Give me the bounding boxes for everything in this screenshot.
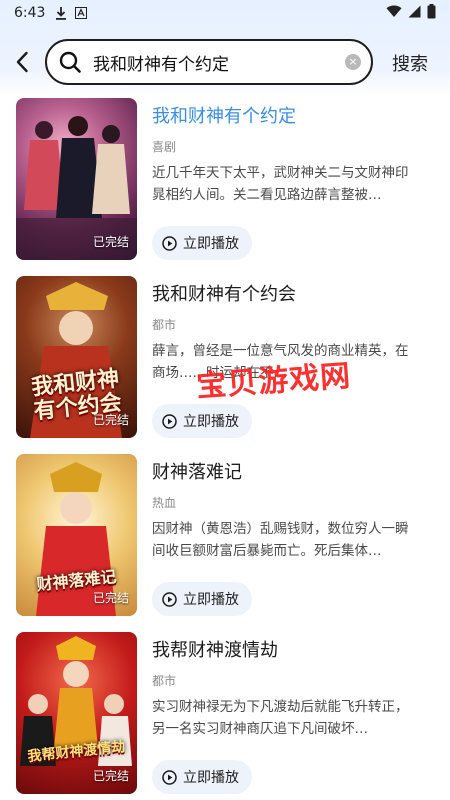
search-row: × 搜索 [0,38,450,86]
play-icon [162,769,177,785]
play-icon [162,591,177,607]
genre-tag: 喜剧 [152,140,177,154]
poster-image[interactable]: 财神落难记 已完结 [16,454,137,616]
download-icon [55,6,67,20]
poster-image[interactable]: 我帮财神渡情劫 已完结 [16,632,137,794]
poster-image[interactable]: 我和财神有个约会 已完结 [16,276,137,438]
description: 实习财神禄无为下凡渡劫后就能飞升转正，另一名实习财神商仄追下凡间破坏… [152,699,409,737]
clear-search-button[interactable]: × [345,54,361,70]
back-button[interactable] [2,38,42,86]
search-button[interactable]: 搜索 [392,50,428,76]
play-button[interactable]: 立即播放 [152,760,252,794]
search-box[interactable]: × [45,39,373,85]
result-title[interactable]: 财神落难记 [152,458,242,484]
status-badge: 已完结 [92,235,129,249]
genre-tag: 都市 [152,318,177,332]
search-results-page: 6:43 × 搜索 [0,0,450,800]
back-arrow-icon [16,51,28,73]
play-label: 立即播放 [183,414,239,430]
genre-tag: 都市 [152,674,177,688]
play-button[interactable]: 立即播放 [152,582,252,616]
list-item[interactable]: 已完结 我和财神有个约定 喜剧 近几千年天下太平，武财神关二与文财神印晁相约人间… [0,98,450,262]
font-icon [75,7,88,19]
signal-icon [408,5,421,22]
result-title[interactable]: 我和财神有个约定 [152,102,296,128]
play-button[interactable]: 立即播放 [152,404,252,438]
description: 近几千年天下太平，武财神关二与文财神印晁相约人间。关二看见路边薛言整被… [152,165,409,203]
play-label: 立即播放 [183,236,239,252]
status-badge: 已完结 [92,413,129,427]
status-bar: 6:43 [0,0,450,26]
status-badge: 已完结 [92,591,129,605]
list-item[interactable]: 财神落难记 已完结 财神落难记 热血 因财神（黄恩浩）乱赐钱财，数位穷人一瞬间收… [0,454,450,618]
status-time: 6:43 [14,5,46,21]
description: 因财神（黄恩浩）乱赐钱财，数位穷人一瞬间收巨额财富后暴毙而亡。死后集体… [152,521,409,559]
play-button[interactable]: 立即播放 [152,226,252,260]
play-icon [162,235,177,251]
search-input[interactable] [93,52,339,72]
poster-image[interactable]: 已完结 [16,98,137,260]
battery-icon [427,3,436,23]
play-icon [162,413,177,429]
wifi-icon [386,5,402,22]
status-indicators [386,3,436,23]
genre-tag: 热血 [152,496,177,510]
play-label: 立即播放 [183,592,239,608]
status-badge: 已完结 [92,769,129,783]
play-label: 立即播放 [183,770,239,786]
search-icon [57,49,83,75]
list-item[interactable]: 我和财神有个约会 已完结 我和财神有个约会 都市 薛言，曾经是一位意气风发的商业… [0,276,450,440]
result-title[interactable]: 我和财神有个约会 [152,280,296,306]
result-title[interactable]: 我帮财神渡情劫 [152,636,278,662]
list-item[interactable]: 我帮财神渡情劫 已完结 我帮财神渡情劫 都市 实习财神禄无为下凡渡劫后就能飞升转… [0,632,450,796]
